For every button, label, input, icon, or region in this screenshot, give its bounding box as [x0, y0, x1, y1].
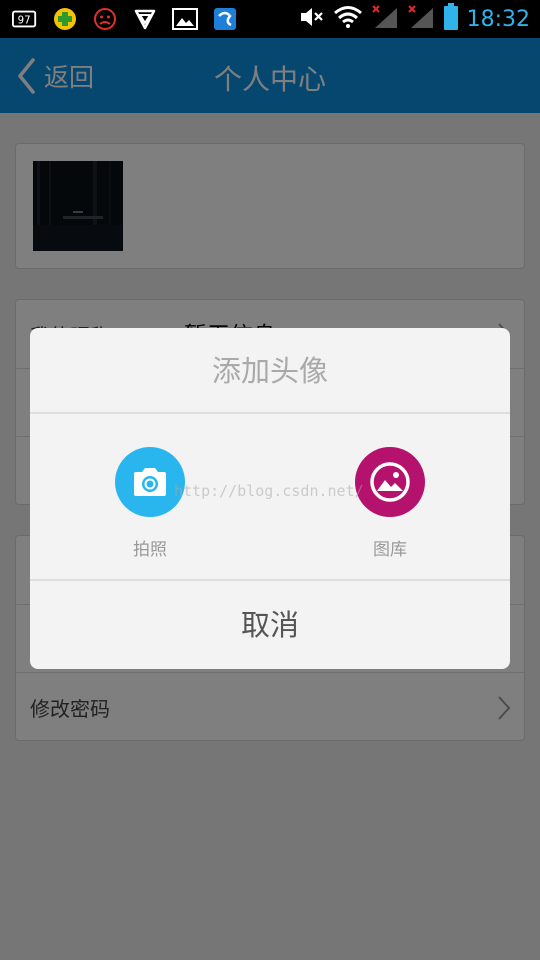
- notification-icons: 97: [12, 6, 238, 32]
- gallery-option[interactable]: 图库: [340, 447, 440, 560]
- signal-1-icon: [371, 4, 399, 34]
- dialog-title: 添加头像: [30, 328, 510, 414]
- clock: 18:32: [466, 6, 530, 32]
- take-photo-option[interactable]: 拍照: [100, 447, 200, 560]
- add-avatar-dialog: 添加头像 拍照 图库 http://blog.csdn.net/ 取消: [30, 328, 510, 669]
- app-icon: [212, 6, 238, 32]
- image-icon: [172, 6, 198, 32]
- battery-icon: [443, 3, 459, 35]
- system-icons: 18:32: [299, 3, 530, 35]
- take-photo-label: 拍照: [133, 540, 167, 560]
- sim-97-icon: 97: [12, 6, 38, 32]
- watermark: http://blog.csdn.net/: [174, 482, 364, 500]
- signal-2-icon: [407, 4, 435, 34]
- sad-face-icon: [92, 6, 118, 32]
- gallery-label: 图库: [373, 540, 407, 560]
- shield-icon: [132, 6, 158, 32]
- status-bar: 97 18:32: [0, 0, 540, 38]
- svg-text:97: 97: [18, 16, 31, 27]
- gallery-icon[interactable]: [355, 447, 425, 517]
- mute-icon: [299, 5, 325, 33]
- game-icon: [52, 6, 78, 32]
- cancel-button[interactable]: 取消: [30, 581, 510, 669]
- wifi-icon: [333, 5, 363, 33]
